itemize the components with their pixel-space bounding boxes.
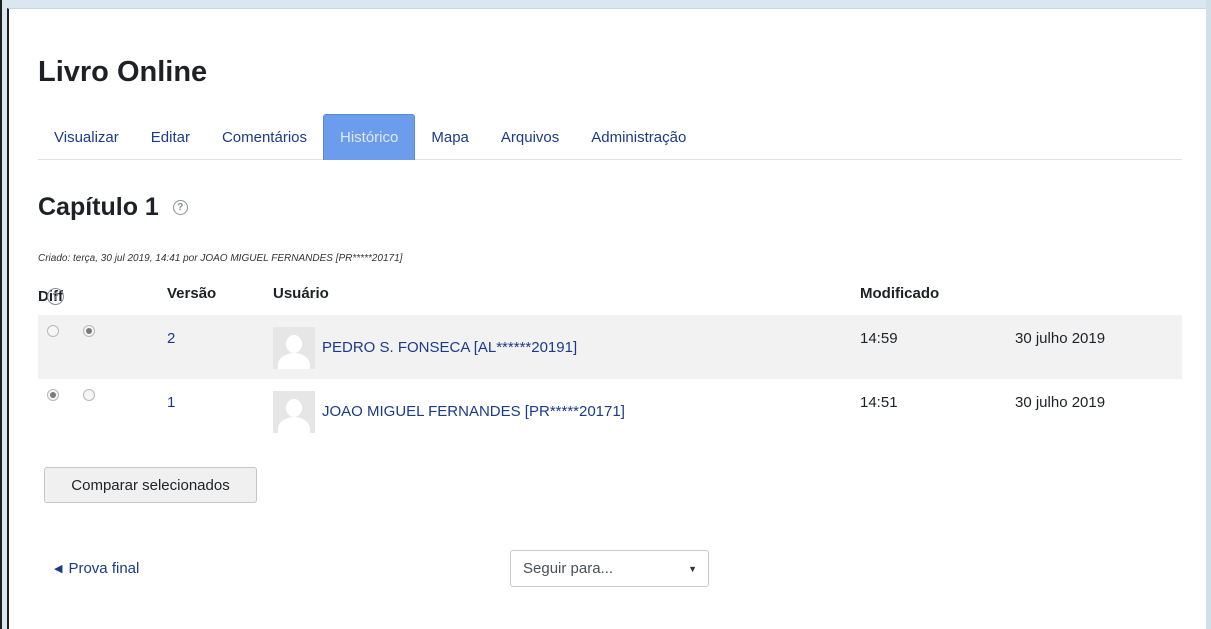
- page-title: Livro Online: [38, 56, 208, 88]
- chevron-down-icon: ▼: [688, 564, 697, 574]
- created-info: Criado: terça, 30 jul 2019, 14:41 por JO…: [38, 253, 403, 264]
- tab-visualizar[interactable]: Visualizar: [38, 114, 135, 160]
- tab-comentarios[interactable]: Comentários: [206, 114, 323, 160]
- left-triangle-icon: ◀: [54, 563, 63, 575]
- user-link[interactable]: PEDRO S. FONSECA [AL******20191]: [322, 339, 577, 356]
- header-version: Versão: [167, 285, 217, 302]
- modified-date: 30 julho 2019: [1015, 394, 1106, 411]
- help-icon[interactable]: ?: [172, 200, 188, 215]
- modified-time: 14:59: [860, 330, 898, 347]
- version-link[interactable]: 1: [167, 394, 175, 411]
- jump-to-value: Seguir para...: [523, 560, 614, 577]
- header-user: Usuário: [273, 285, 329, 302]
- table-row: 1 JOAO MIGUEL FERNANDES [PR*****20171] 1…: [38, 379, 1182, 443]
- modified-date: 30 julho 2019: [1015, 330, 1106, 347]
- diff-help-icon[interactable]: ?: [47, 288, 64, 305]
- tab-mapa[interactable]: Mapa: [415, 114, 485, 160]
- modified-time: 14:51: [860, 394, 898, 411]
- chapter-title: Capítulo 1 ?: [38, 193, 188, 222]
- diff-radio-old[interactable]: [47, 389, 59, 401]
- tab-editar[interactable]: Editar: [135, 114, 206, 160]
- diff-radio-old[interactable]: [47, 325, 59, 337]
- tab-arquivos[interactable]: Arquivos: [485, 114, 575, 160]
- avatar[interactable]: [273, 391, 315, 433]
- tab-administracao[interactable]: Administração: [575, 114, 702, 160]
- tab-bar: Visualizar Editar Comentários Histórico …: [38, 114, 1182, 160]
- window-left-edge: [0, 0, 2, 629]
- prev-chapter-link[interactable]: ◀ Prova final: [54, 560, 139, 577]
- avatar[interactable]: [273, 327, 315, 369]
- chapter-title-text: Capítulo 1: [38, 193, 159, 221]
- table-row: 2 PEDRO S. FONSECA [AL******20191] 14:59…: [38, 315, 1182, 379]
- user-link[interactable]: JOAO MIGUEL FERNANDES [PR*****20171]: [322, 403, 625, 420]
- prev-chapter-label: Prova final: [68, 560, 140, 577]
- tab-historico[interactable]: Histórico: [323, 114, 416, 160]
- diff-radio-new[interactable]: [83, 325, 95, 337]
- table-header: Diff ? Versão Usuário Modificado: [38, 282, 1182, 312]
- compare-selected-button[interactable]: Comparar selecionados: [44, 467, 257, 503]
- window-right-edge: [1206, 0, 1211, 629]
- version-link[interactable]: 2: [167, 330, 175, 347]
- diff-radio-new[interactable]: [83, 389, 95, 401]
- jump-to-select[interactable]: Seguir para... ▼: [510, 550, 709, 587]
- header-modified: Modificado: [860, 285, 940, 302]
